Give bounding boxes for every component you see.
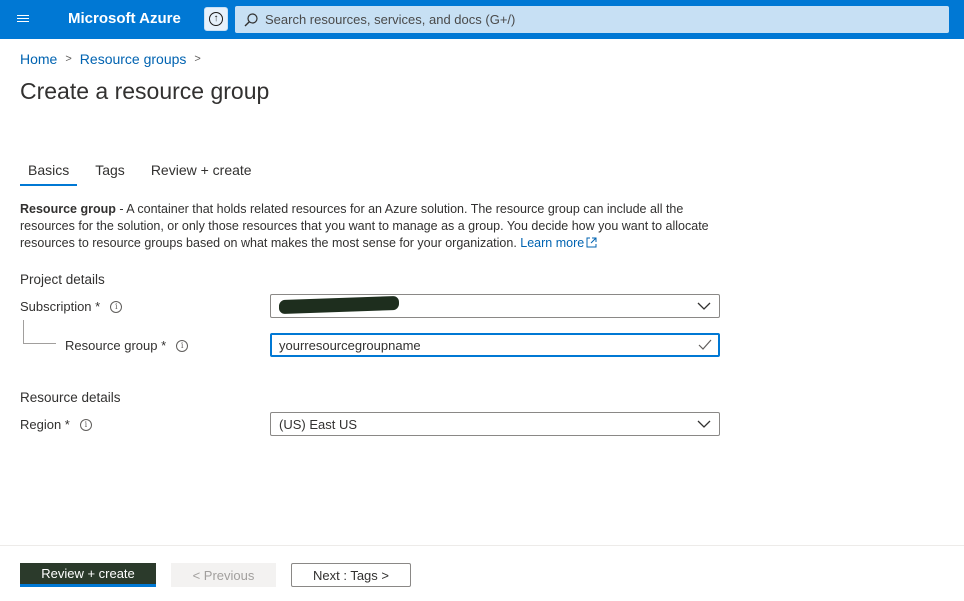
region-dropdown[interactable]: (US) East US: [270, 412, 720, 436]
upgrade-button[interactable]: ↑: [204, 7, 228, 31]
resource-group-label: Resource group * i: [65, 338, 189, 353]
region-value: (US) East US: [279, 416, 358, 432]
breadcrumb-resource-groups[interactable]: Resource groups: [80, 51, 187, 67]
tab-bar: Basics Tags Review + create: [20, 162, 270, 186]
info-icon[interactable]: i: [79, 418, 92, 431]
resource-group-input[interactable]: [279, 337, 679, 353]
description-lead: Resource group: [20, 202, 116, 216]
chevron-right-icon: >: [65, 53, 72, 65]
breadcrumb: Home > Resource groups >: [20, 51, 209, 67]
project-details-heading: Project details: [20, 272, 105, 287]
search-icon: [244, 12, 258, 26]
previous-button[interactable]: < Previous: [171, 563, 276, 587]
checkmark-icon: [698, 339, 712, 350]
description: Resource group - A container that holds …: [20, 201, 720, 252]
subscription-label-text: Subscription *: [20, 299, 101, 314]
subscription-label: Subscription * i: [20, 299, 123, 314]
tab-basics[interactable]: Basics: [20, 162, 78, 186]
redaction-mark: [279, 295, 399, 315]
resource-group-label-text: Resource group *: [65, 338, 167, 353]
external-link-icon: [586, 237, 597, 248]
breadcrumb-home[interactable]: Home: [20, 51, 57, 67]
page-title: Create a resource group: [20, 78, 270, 104]
chevron-right-icon: >: [194, 53, 201, 65]
tree-connector: [23, 320, 24, 343]
chevron-down-icon: [697, 302, 711, 310]
learn-more-link[interactable]: Learn more: [520, 236, 584, 250]
footer-divider: [0, 545, 964, 546]
search-input[interactable]: [265, 12, 925, 27]
resource-group-field[interactable]: [270, 333, 720, 357]
brand-title[interactable]: Microsoft Azure: [68, 10, 181, 27]
search-box[interactable]: [235, 6, 949, 33]
subscription-dropdown[interactable]: [270, 294, 720, 318]
region-label: Region * i: [20, 417, 92, 432]
tab-tags[interactable]: Tags: [87, 162, 133, 184]
info-icon[interactable]: i: [110, 300, 123, 313]
description-text: - A container that holds related resourc…: [20, 202, 709, 250]
chevron-down-icon: [697, 420, 711, 428]
info-icon[interactable]: i: [176, 339, 189, 352]
review-create-button[interactable]: Review + create: [20, 563, 156, 587]
tab-review-create[interactable]: Review + create: [143, 162, 260, 184]
tree-connector: [23, 343, 56, 344]
upload-circle-icon: ↑: [209, 12, 223, 26]
resource-details-heading: Resource details: [20, 390, 121, 405]
next-tags-button[interactable]: Next : Tags >: [291, 563, 411, 587]
hamburger-icon[interactable]: [12, 9, 34, 29]
top-bar: Microsoft Azure ↑: [0, 0, 964, 39]
region-label-text: Region *: [20, 417, 70, 432]
